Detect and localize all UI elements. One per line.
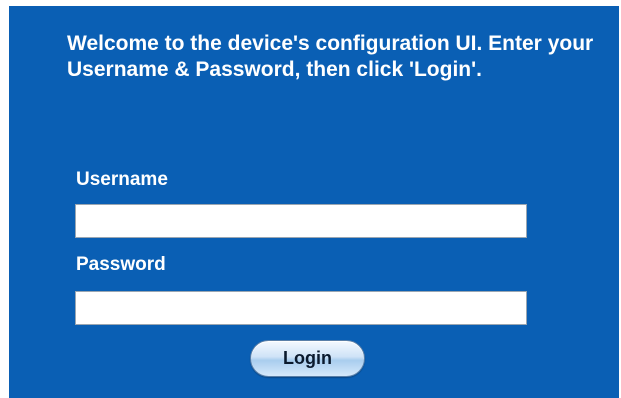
password-label: Password — [76, 254, 166, 275]
login-button[interactable]: Login — [250, 340, 365, 377]
username-input[interactable] — [75, 204, 527, 238]
welcome-message: Welcome to the device's configuration UI… — [67, 32, 594, 81]
login-panel: Welcome to the device's configuration UI… — [9, 6, 619, 398]
username-label: Username — [76, 169, 168, 190]
password-input[interactable] — [75, 291, 527, 325]
